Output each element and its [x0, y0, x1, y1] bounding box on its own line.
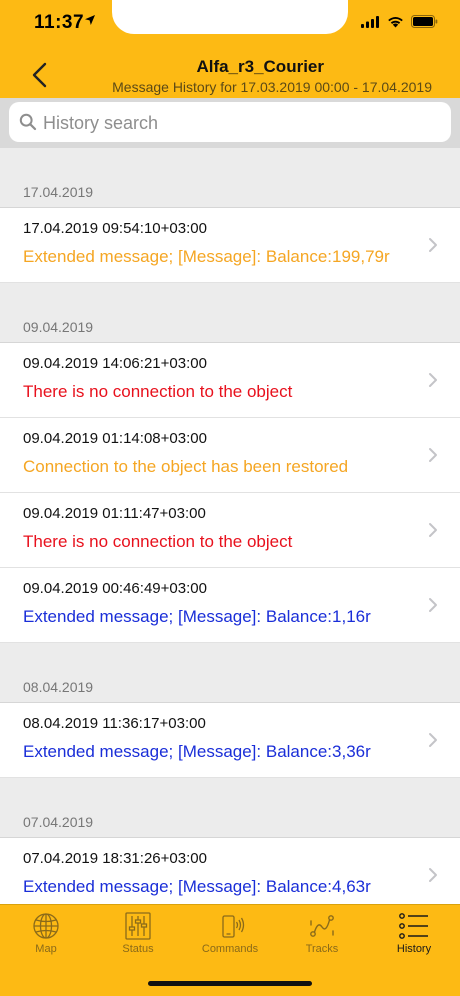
location-arrow-icon — [85, 15, 95, 25]
header: 11:37 Alfa_r3_Courier Message History fo… — [0, 0, 460, 148]
chevron-right-icon — [429, 733, 437, 747]
tab-commands[interactable]: Commands — [190, 911, 270, 955]
route-icon — [310, 915, 334, 937]
message-timestamp: 09.04.2019 14:06:21+03:00 — [23, 355, 207, 372]
history-row[interactable]: 17.04.2019 09:54:10+03:00 Extended messag… — [0, 208, 460, 283]
search-icon — [19, 113, 37, 131]
status-indicators — [361, 15, 438, 28]
battery-icon — [411, 15, 438, 28]
tab-label: Status — [122, 943, 154, 955]
chevron-right-icon — [429, 523, 437, 537]
tab-tracks[interactable]: Tracks — [282, 911, 362, 955]
chevron-right-icon — [429, 868, 437, 882]
status-bar: 11:37 — [0, 0, 460, 48]
message-text: There is no connection to the object — [23, 382, 293, 401]
message-timestamp: 07.04.2019 18:31:26+03:00 — [23, 850, 207, 867]
chevron-right-icon — [429, 373, 437, 387]
page-title: Alfa_r3_Courier — [196, 57, 324, 76]
history-row[interactable]: 08.04.2019 11:36:17+03:00 Extended messag… — [0, 703, 460, 778]
tab-label: Map — [35, 943, 57, 955]
device-signal-icon — [222, 915, 245, 938]
globe-icon — [33, 913, 59, 939]
phone-screen: 11:37 Alfa_r3_Courier Message History fo… — [0, 0, 460, 996]
chevron-right-icon — [429, 598, 437, 612]
message-text: Extended message; [Message]: Balance:199… — [23, 247, 390, 266]
tab-map[interactable]: Map — [6, 911, 86, 955]
sliders-icon — [125, 912, 151, 940]
status-time: 11:37 — [34, 12, 85, 33]
back-chevron-icon[interactable] — [28, 60, 52, 90]
signal-icon — [361, 15, 379, 28]
search-field[interactable] — [9, 102, 451, 142]
message-text: Connection to the object has been restor… — [23, 457, 349, 476]
chevron-right-icon — [429, 238, 437, 252]
section-date-header: 07.04.2019 — [0, 778, 460, 838]
tab-label: Tracks — [305, 943, 339, 955]
history-row[interactable]: 09.04.2019 14:06:21+03:00 There is no con… — [0, 343, 460, 418]
history-row[interactable]: 07.04.2019 18:31:26+03:00 Extended messag… — [0, 838, 460, 904]
home-indicator — [148, 981, 312, 986]
message-timestamp: 09.04.2019 01:11:47+03:00 — [23, 505, 206, 522]
message-text: Extended message; [Message]: Balance:4,6… — [23, 877, 371, 896]
message-text: Extended message; [Message]: Balance:1,1… — [23, 607, 371, 626]
wifi-icon — [388, 16, 403, 27]
tab-status[interactable]: Status — [98, 911, 178, 955]
notch — [112, 0, 348, 34]
message-text: There is no connection to the object — [23, 532, 293, 551]
history-row[interactable]: 09.04.2019 01:11:47+03:00 There is no con… — [0, 493, 460, 568]
search-input[interactable] — [41, 108, 445, 138]
message-timestamp: 09.04.2019 01:14:08+03:00 — [23, 430, 207, 447]
tab-label: Commands — [201, 943, 259, 955]
history-row[interactable]: 09.04.2019 01:14:08+03:00 Connection to t… — [0, 418, 460, 493]
message-timestamp: 08.04.2019 11:36:17+03:00 — [23, 715, 206, 732]
section-date-header: 08.04.2019 — [0, 643, 460, 703]
page-subtitle: Message History for 17.03.2019 00:00 - 1… — [112, 79, 432, 95]
section-date-header: 09.04.2019 — [0, 283, 460, 343]
list-icon — [399, 913, 428, 939]
tab-history[interactable]: History — [374, 911, 454, 955]
section-date-header: 17.04.2019 — [0, 148, 460, 208]
tab-bar: Map Status Commands Tracks History — [0, 904, 460, 996]
message-timestamp: 09.04.2019 00:46:49+03:00 — [23, 580, 207, 597]
message-text: Extended message; [Message]: Balance:3,3… — [23, 742, 371, 761]
tab-label: History — [396, 943, 432, 955]
chevron-right-icon — [429, 448, 437, 462]
message-timestamp: 17.04.2019 09:54:10+03:00 — [23, 220, 207, 237]
history-list[interactable]: 17.04.2019 17.04.2019 09:54:10+03:00 Exten… — [0, 148, 460, 904]
history-row[interactable]: 09.04.2019 00:46:49+03:00 Extended messag… — [0, 568, 460, 643]
search-bar — [0, 98, 460, 148]
